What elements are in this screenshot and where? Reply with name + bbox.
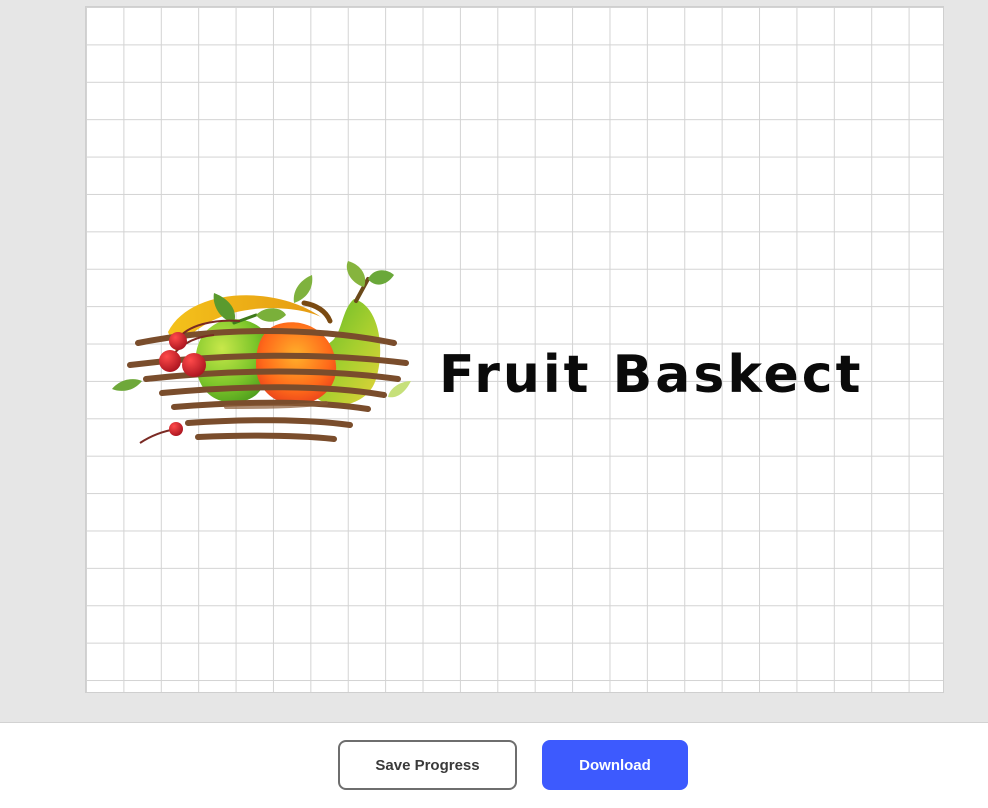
download-button[interactable]: Download (542, 740, 688, 790)
design-canvas[interactable]: Fruit Baskect (85, 6, 944, 693)
action-bar: Save Progress Download (0, 723, 988, 808)
editor-workspace: Fruit Baskect (0, 0, 988, 723)
fruit-basket-icon (112, 261, 411, 444)
save-progress-button[interactable]: Save Progress (338, 740, 517, 790)
logo-wordmark: Fruit Baskect (439, 345, 864, 405)
